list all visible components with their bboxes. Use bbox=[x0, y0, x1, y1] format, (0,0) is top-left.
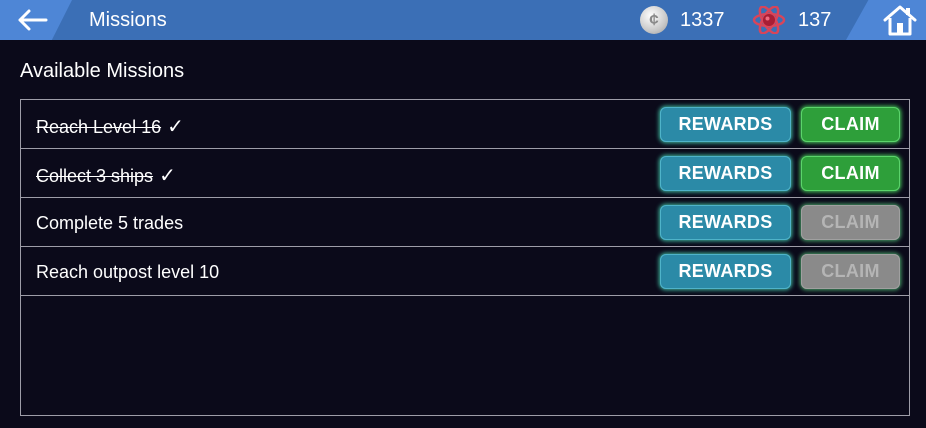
rewards-button[interactable]: REWARDS bbox=[660, 205, 791, 240]
gem-counter: 137 bbox=[752, 6, 831, 34]
checkmark-icon: ✓ bbox=[167, 116, 184, 138]
back-button[interactable] bbox=[14, 6, 50, 34]
checkmark-icon: ✓ bbox=[159, 165, 176, 187]
mission-row: Reach outpost level 10 REWARDS CLAIM bbox=[21, 247, 909, 296]
home-button[interactable] bbox=[882, 3, 918, 37]
mission-row: Complete 5 trades REWARDS CLAIM bbox=[21, 198, 909, 247]
coin-icon: ¢ bbox=[640, 6, 668, 34]
claim-button[interactable]: CLAIM bbox=[801, 205, 900, 240]
page-title: Missions bbox=[89, 9, 167, 31]
claim-button[interactable]: CLAIM bbox=[801, 254, 900, 289]
rewards-button[interactable]: REWARDS bbox=[660, 156, 791, 191]
mission-label: Complete 5 trades bbox=[36, 212, 189, 235]
coin-amount: 1337 bbox=[680, 8, 725, 31]
atom-gem-icon bbox=[752, 6, 786, 34]
rewards-button[interactable]: REWARDS bbox=[660, 107, 791, 142]
back-arrow-icon bbox=[18, 9, 48, 31]
coin-counter: ¢ 1337 bbox=[640, 6, 725, 34]
top-bar: Missions ¢ 1337 137 bbox=[0, 0, 926, 40]
mission-label: Collect 3 ships ✓ bbox=[36, 163, 176, 188]
mission-row: Reach Level 16 ✓ REWARDS CLAIM bbox=[21, 100, 909, 149]
section-heading: Available Missions bbox=[20, 60, 185, 82]
mission-text: Complete 5 trades bbox=[36, 213, 184, 233]
claim-button[interactable]: CLAIM bbox=[801, 107, 900, 142]
rewards-button[interactable]: REWARDS bbox=[660, 254, 791, 289]
mission-text: Reach outpost level 10 bbox=[36, 262, 220, 282]
home-icon bbox=[883, 5, 917, 36]
mission-row: Collect 3 ships ✓ REWARDS CLAIM bbox=[21, 149, 909, 198]
missions-list: Reach Level 16 ✓ REWARDS CLAIM Collect 3 … bbox=[20, 99, 910, 416]
mission-label: Reach outpost level 10 bbox=[36, 261, 225, 284]
gem-amount: 137 bbox=[798, 8, 832, 31]
mission-text: Collect 3 ships bbox=[36, 166, 154, 186]
claim-button[interactable]: CLAIM bbox=[801, 156, 900, 191]
mission-label: Reach Level 16 ✓ bbox=[36, 114, 184, 139]
mission-text: Reach Level 16 bbox=[36, 117, 162, 137]
